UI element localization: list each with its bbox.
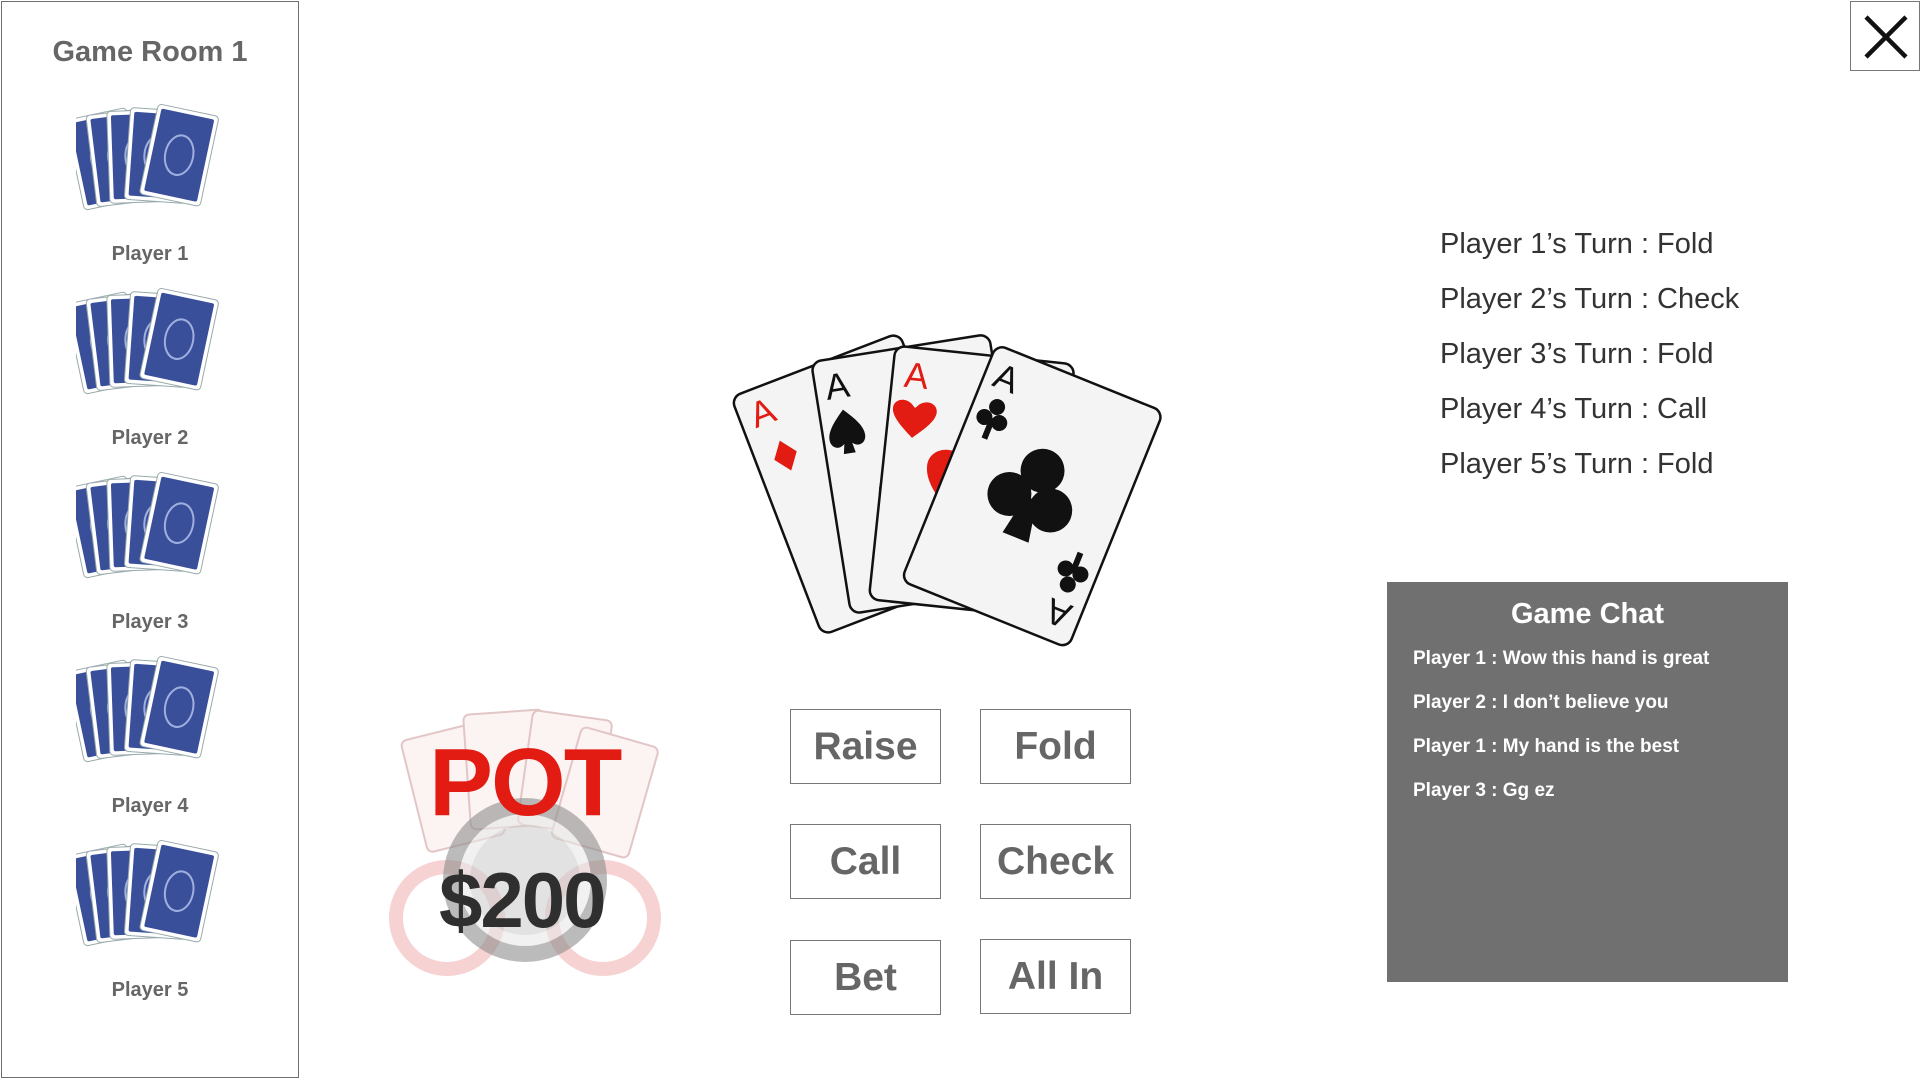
raise-button[interactable]: Raise [790,709,941,784]
turn-log-entry: Player 5’s Turn : Fold [1440,448,1714,480]
turn-log-entry: Player 2’s Turn : Check [1440,283,1740,315]
player-label: Player 2 [111,427,189,449]
call-button[interactable]: Call [790,824,941,899]
pot-title: POT [429,729,622,836]
pot-amount: $200 [439,856,607,944]
card-backs-icon [76,655,219,763]
fold-button[interactable]: Fold [980,709,1131,784]
chat-message: Player 3 : Gg ez [1413,780,1555,801]
close-button[interactable] [1850,1,1920,71]
player-slot-2[interactable]: Player 2 [2,286,298,470]
card-backs-icon [76,287,219,395]
player-slot-3[interactable]: Player 3 [2,470,298,654]
player-label: Player 3 [111,611,189,633]
player-slot-1[interactable]: Player 1 [2,102,298,286]
card-backs-icon [76,103,219,211]
chat-title: Game Chat [1510,598,1665,630]
all-in-button[interactable]: All In [980,939,1131,1014]
chat-message: Player 1 : Wow this hand is great [1413,648,1710,669]
community-cards: A A A A A [732,334,1162,647]
game-chat-panel[interactable]: Game Chat Player 1 : Wow this hand is gr… [1387,582,1788,982]
player-slot-5[interactable]: Player 5 [2,838,298,1022]
turn-log-entry: Player 3’s Turn : Fold [1440,338,1714,370]
chat-message: Player 1 : My hand is the best [1413,736,1680,757]
room-title: Game Room 1 [52,36,248,68]
player-slot-4[interactable]: Player 4 [2,654,298,838]
player-label: Player 4 [111,795,189,817]
card-backs-icon [76,471,219,579]
check-button[interactable]: Check [980,824,1131,899]
chat-message: Player 2 : I don’t believe you [1413,692,1669,713]
player-sidebar: Game Room 1 Player 1 Player 2 Player 3 P… [1,1,299,1078]
close-icon [1864,15,1908,59]
turn-log-entry: Player 4’s Turn : Call [1440,393,1708,425]
player-label: Player 5 [111,979,189,1001]
player-label: Player 1 [111,243,189,265]
card-rank: A [902,354,930,397]
card-backs-icon [76,839,219,947]
turn-log-entry: Player 1’s Turn : Fold [1440,228,1714,260]
pot-display: POT $200 [385,690,670,990]
turn-log: Player 1’s Turn : Fold Player 2’s Turn :… [1440,222,1739,497]
bet-button[interactable]: Bet [790,940,941,1015]
